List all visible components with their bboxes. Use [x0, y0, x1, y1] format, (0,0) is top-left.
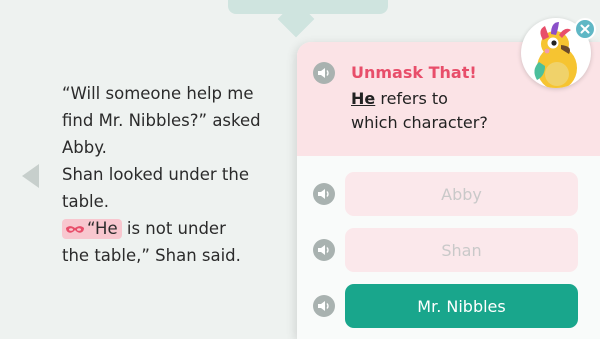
answer-mr-nibbles-button[interactable]: Mr. Nibbles — [345, 284, 578, 328]
story-line: Shan looked under the — [62, 165, 250, 184]
story-line: the table,” Shan said. — [62, 246, 241, 265]
highlight-word: “He — [87, 219, 118, 238]
speaker-icon[interactable] — [313, 62, 335, 84]
question-pronoun: He — [351, 89, 376, 108]
question-prompt-line2: which character? — [351, 113, 488, 132]
question-prompt-rest: refers to — [375, 89, 448, 108]
mask-icon — [66, 226, 84, 233]
speaker-icon[interactable] — [313, 183, 335, 205]
answer-shan-button[interactable]: Shan — [345, 228, 578, 272]
question-prompt: He refers to which character? — [351, 87, 551, 135]
previous-arrow-icon[interactable] — [22, 164, 39, 188]
story-line-rest: is not under — [121, 219, 226, 238]
close-button[interactable] — [574, 18, 596, 40]
app-frame: “Will someone help me find Mr. Nibbles?”… — [0, 0, 600, 339]
close-icon — [580, 24, 590, 34]
story-line: Abby. — [62, 138, 107, 157]
question-title: Unmask That! — [351, 63, 477, 82]
speaker-icon[interactable] — [313, 239, 335, 261]
speaker-icon[interactable] — [313, 295, 335, 317]
story-line: “Will someone help me — [62, 84, 254, 103]
story-line: “He is not under — [62, 215, 302, 242]
story-line: find Mr. Nibbles?” asked — [62, 111, 261, 130]
story-line: table. — [62, 192, 110, 211]
answer-abby-button[interactable]: Abby — [345, 172, 578, 216]
pronoun-highlight[interactable]: “He — [62, 219, 122, 239]
story-text: “Will someone help me find Mr. Nibbles?”… — [62, 80, 302, 269]
